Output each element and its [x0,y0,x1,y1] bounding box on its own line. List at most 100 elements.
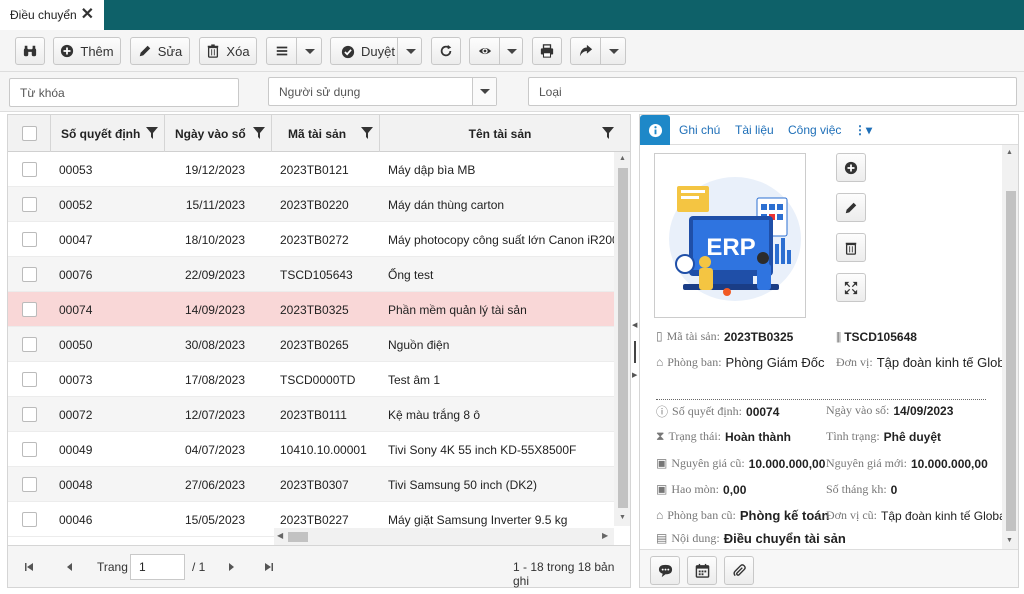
scroll-up-icon[interactable]: ▲ [619,155,626,162]
table-row[interactable]: 00050 30/08/2023 2023TB0265 Nguồn điện [8,327,614,362]
edit-image-button[interactable] [836,193,866,222]
approve-button[interactable]: Duyệt [330,37,422,65]
divider [656,399,986,400]
trash-icon [845,242,857,255]
table-row[interactable]: 00053 19/12/2023 2023TB0121 Máy dập bìa MB [8,152,614,187]
check-circle-icon [341,45,355,58]
cell-ma: TSCD105643 [280,267,353,282]
row-checkbox[interactable] [22,267,37,282]
tab-tai-lieu[interactable]: Tài liệu [735,123,774,137]
field-value: 10.000.000,00 [748,456,826,471]
type-select[interactable]: Loại [528,77,1017,106]
delete-button[interactable]: Xóa [199,37,257,65]
print-button[interactable] [532,37,562,65]
grid-horizontal-scrollbar[interactable]: ◀ ▶ [274,528,614,545]
filter-icon[interactable] [146,127,158,139]
info-icon [648,123,662,137]
cell-ngay: 04/07/2023 [184,442,245,457]
row-checkbox[interactable] [22,337,37,352]
scroll-thumb[interactable] [288,532,308,542]
grid-vertical-scrollbar[interactable]: ▲ ▼ [614,152,630,526]
user-select[interactable]: Người sử dụng [268,77,497,106]
calendar-button[interactable] [687,556,717,585]
attachment-button[interactable] [724,556,754,585]
header-ngay-vao-so[interactable]: Ngày vào sổ [165,115,272,152]
field-don-vi-cu: Đơn vị cũ: Tập đoàn kinh tế Global [826,508,1008,523]
tab-title: Điều chuyển [10,8,77,22]
row-checkbox[interactable] [22,477,37,492]
last-page-icon[interactable] [264,562,274,572]
row-checkbox[interactable] [22,197,37,212]
edit-button[interactable]: Sửa [130,37,190,65]
table-row[interactable]: 00073 17/08/2023 TSCD0000TD Test âm 1 [8,362,614,397]
table-row[interactable]: 00048 27/06/2023 2023TB0307 Tivi Samsung 50… [8,467,614,502]
panel-splitter[interactable]: ◀ ▶ [631,114,639,588]
cell-ten: Nguồn điện [388,337,450,352]
field-so-thang-kh: Số tháng kh: 0 [826,482,897,497]
filter-icon[interactable] [602,127,614,139]
header-so-quyet-dinh[interactable]: Số quyết định [51,115,165,152]
table-row[interactable]: 00076 22/09/2023 TSCD105643 Ống test [8,257,614,292]
erp-illustration: ERP [655,154,805,317]
erp-image-text: ERP [706,234,755,261]
table-row[interactable]: 00072 12/07/2023 2023TB0111 Kệ màu trắng 8 … [8,397,614,432]
scroll-down-icon[interactable]: ▼ [619,514,626,521]
comment-button[interactable] [650,556,680,585]
tab-dieu-chuyen[interactable]: Điều chuyển ✕ [0,0,104,30]
refresh-button[interactable] [431,37,461,65]
more-tabs-icon[interactable]: ⋮▾ [854,123,872,137]
scroll-right-icon[interactable]: ▶ [602,531,608,540]
table-row[interactable]: 00074 14/09/2023 2023TB0325 Phần mềm quản l… [8,292,614,327]
tab-info[interactable] [640,115,670,145]
row-checkbox[interactable] [22,512,37,527]
search-binoculars-button[interactable] [15,37,45,65]
row-checkbox[interactable] [22,162,37,177]
scroll-up-icon[interactable]: ▲ [1006,149,1013,156]
printer-icon [540,44,554,58]
user-placeholder: Người sử dụng [279,84,361,99]
page-number-input[interactable]: 1 [130,554,185,580]
header-ma-tai-san[interactable]: Mã tài sản [272,115,380,152]
scroll-left-icon[interactable]: ◀ [277,531,283,540]
table-row[interactable]: 00049 04/07/2023 10410.10.00001 Tivi Sony 4… [8,432,614,467]
tab-ghi-chu[interactable]: Ghi chú [679,123,720,137]
user-select-toggle[interactable] [472,78,496,105]
header-ten-tai-san[interactable]: Tên tài sản [380,115,620,152]
close-icon[interactable]: ✕ [81,7,94,23]
scroll-thumb[interactable] [618,168,628,508]
next-page-icon[interactable] [226,562,236,572]
menu-dropdown-button[interactable] [266,37,322,65]
field-nguyen-gia-cu: ▣ Nguyên giá cũ: 10.000.000,00 [656,456,825,471]
page-label: Trang [97,560,128,574]
filter-icon[interactable] [361,127,373,139]
toolbar: Thêm Sửa Xóa Duyệt [0,30,1024,72]
prev-page-icon[interactable] [65,562,75,572]
keyword-placeholder: Từ khóa [20,85,65,100]
delete-image-button[interactable] [836,233,866,262]
share-dropdown-button[interactable] [570,37,626,65]
add-image-button[interactable] [836,153,866,182]
first-page-icon[interactable] [24,562,34,572]
select-all-checkbox[interactable] [21,126,37,141]
expand-image-button[interactable] [836,273,866,302]
add-button[interactable]: Thêm [53,37,121,65]
field-label: Nguyên giá cũ: [671,456,745,470]
keyword-input[interactable]: Từ khóa [9,78,239,107]
table-row[interactable]: 00052 15/11/2023 2023TB0220 Máy dán thùng c… [8,187,614,222]
scroll-down-icon[interactable]: ▼ [1006,537,1013,544]
row-checkbox[interactable] [22,302,37,317]
scroll-thumb[interactable] [1006,191,1016,531]
tab-cong-viec[interactable]: Công việc [788,123,841,137]
row-checkbox[interactable] [22,232,37,247]
cell-ten: Kệ màu trắng 8 ô [388,407,481,422]
row-checkbox[interactable] [22,407,37,422]
row-checkbox[interactable] [22,372,37,387]
detail-vertical-scrollbar[interactable]: ▲ ▼ [1002,145,1018,549]
view-dropdown-button[interactable] [469,37,523,65]
splitter-handle[interactable] [634,341,636,363]
collapse-left-icon[interactable]: ◀ [632,321,637,329]
collapse-right-icon[interactable]: ▶ [632,371,637,379]
filter-icon[interactable] [253,127,265,139]
row-checkbox[interactable] [22,442,37,457]
table-row[interactable]: 00047 18/10/2023 2023TB0272 Máy photocopy c… [8,222,614,257]
